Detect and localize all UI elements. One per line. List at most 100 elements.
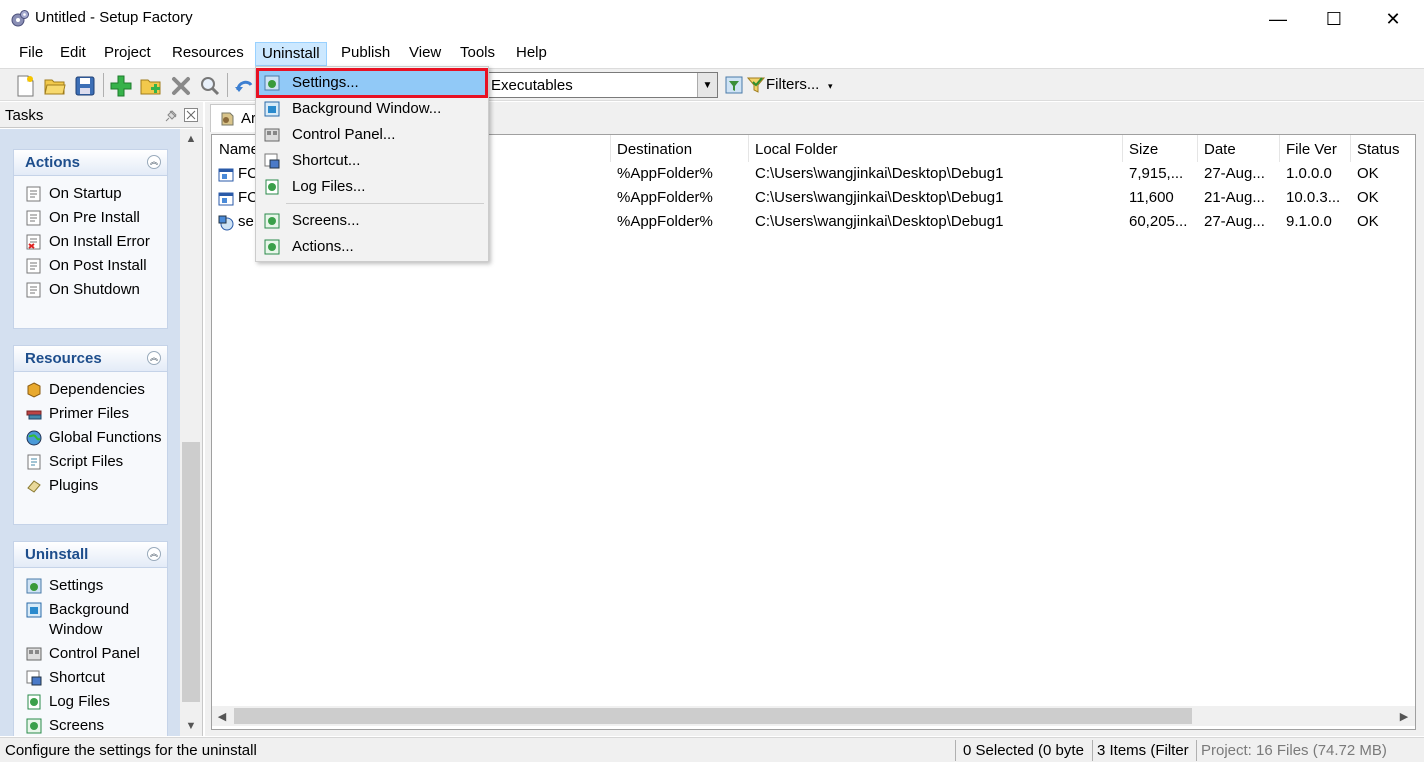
- task-plugins[interactable]: Plugins: [14, 476, 167, 496]
- tasks-scrollbar[interactable]: ▲ ▼: [180, 129, 202, 736]
- new-file-icon: [17, 75, 34, 97]
- remove-button[interactable]: [169, 74, 193, 98]
- task-primer-files[interactable]: Primer Files: [14, 404, 167, 424]
- cell-status: OK: [1357, 189, 1379, 206]
- control-panel-icon: [26, 647, 42, 661]
- task-script-files[interactable]: Script Files: [14, 452, 167, 472]
- column-name[interactable]: Name: [219, 141, 259, 158]
- scroll-up-icon[interactable]: ▲: [180, 129, 202, 149]
- title-bar: Untitled - Setup Factory — ☐ ✕: [0, 0, 1424, 38]
- search-button[interactable]: [198, 74, 222, 98]
- menu-item-log-files[interactable]: Log Files...: [258, 174, 486, 200]
- group-resources-header[interactable]: Resources ︽: [14, 346, 167, 372]
- column-destination[interactable]: Destination: [617, 141, 692, 158]
- horizontal-scrollbar[interactable]: ◀ ▶: [212, 706, 1415, 726]
- add-files-button[interactable]: [109, 74, 133, 98]
- menu-help[interactable]: Help: [510, 42, 553, 66]
- menu-item-control-panel[interactable]: Control Panel...: [258, 122, 486, 148]
- dependencies-icon: [27, 382, 41, 398]
- task-screens[interactable]: Screens: [14, 716, 167, 736]
- column-local-folder[interactable]: Local Folder: [755, 141, 838, 158]
- menu-publish[interactable]: Publish: [335, 42, 396, 66]
- task-background-window[interactable]: Background Window: [14, 600, 167, 640]
- pin-icon[interactable]: [165, 108, 179, 122]
- add-icon: [110, 75, 132, 97]
- collapse-icon[interactable]: ︽: [147, 155, 161, 169]
- task-dependencies[interactable]: Dependencies: [14, 380, 167, 400]
- task-label: Control Panel: [49, 645, 140, 662]
- scroll-left-icon[interactable]: ◀: [212, 706, 232, 726]
- task-shortcut[interactable]: Shortcut: [14, 668, 167, 688]
- menu-item-label: Log Files...: [292, 178, 366, 195]
- tasks-title: Tasks: [5, 107, 44, 124]
- menu-item-label: Settings...: [292, 74, 359, 91]
- group-resources-title: Resources: [25, 350, 102, 367]
- filters-button[interactable]: Filters... ▾: [722, 72, 840, 98]
- menu-resources[interactable]: Resources: [166, 42, 250, 66]
- group-uninstall-header[interactable]: Uninstall ︽: [14, 542, 167, 568]
- menu-edit[interactable]: Edit: [54, 42, 92, 66]
- task-on-install-error[interactable]: On Install Error: [14, 232, 167, 252]
- menu-bar: File Edit Project Resources Uninstall Pu…: [0, 40, 1424, 67]
- task-on-startup[interactable]: On Startup: [14, 184, 167, 204]
- menu-item-settings[interactable]: Settings...: [256, 68, 488, 98]
- cell-local-folder: C:\Users\wangjinkai\Desktop\Debug1: [755, 189, 1004, 206]
- settings-icon: [26, 578, 42, 594]
- scroll-thumb[interactable]: [182, 442, 200, 702]
- new-project-button[interactable]: [13, 74, 37, 98]
- menu-item-actions[interactable]: Actions...: [258, 234, 486, 260]
- task-uninstall-settings[interactable]: Settings: [14, 576, 167, 596]
- scroll-down-icon[interactable]: ▼: [180, 716, 202, 736]
- add-folder-button[interactable]: [139, 74, 163, 98]
- task-label: On Pre Install: [49, 209, 140, 226]
- menu-item-background-window[interactable]: Background Window...: [258, 96, 486, 122]
- task-on-post-install[interactable]: On Post Install: [14, 256, 167, 276]
- menu-file[interactable]: File: [13, 42, 49, 66]
- task-control-panel[interactable]: Control Panel: [14, 644, 167, 664]
- menu-project[interactable]: Project: [98, 42, 157, 66]
- cell-size: 7,915,...: [1129, 165, 1184, 182]
- menu-item-screens[interactable]: Screens...: [258, 208, 486, 234]
- file-filter-dropdown[interactable]: Executables ▼: [484, 72, 718, 98]
- open-project-button[interactable]: [43, 74, 67, 98]
- maximize-button[interactable]: ☐: [1305, 0, 1363, 38]
- executable-icon: [218, 192, 234, 206]
- close-panel-icon[interactable]: [184, 108, 198, 122]
- menu-view[interactable]: View: [403, 42, 447, 66]
- task-on-shutdown[interactable]: On Shutdown: [14, 280, 167, 300]
- task-label: Plugins: [49, 477, 99, 494]
- tasks-scroll-area: Actions ︽ On Startup On Pre Install On I…: [0, 129, 180, 736]
- menu-uninstall[interactable]: Uninstall: [255, 42, 327, 66]
- save-button[interactable]: [73, 74, 97, 98]
- tasks-panel: Tasks Actions ︽ On Startup On Pre Instal…: [0, 102, 203, 736]
- column-file-ver[interactable]: File Ver: [1286, 141, 1337, 158]
- task-log-files[interactable]: Log Files: [14, 692, 167, 712]
- minimize-button[interactable]: —: [1249, 0, 1307, 38]
- undo-button[interactable]: [232, 74, 256, 98]
- collapse-icon[interactable]: ︽: [147, 351, 161, 365]
- group-actions-header[interactable]: Actions ︽: [14, 150, 167, 176]
- task-global-functions[interactable]: Global Functions: [14, 428, 167, 448]
- primer-files-icon: [26, 410, 42, 420]
- cell-date: 27-Aug...: [1204, 165, 1265, 182]
- filters-label: Filters...: [766, 76, 820, 93]
- column-size[interactable]: Size: [1129, 141, 1158, 158]
- screens-icon: [26, 718, 42, 734]
- close-button[interactable]: ✕: [1364, 0, 1422, 38]
- scroll-thumb[interactable]: [234, 708, 1192, 724]
- menu-tools[interactable]: Tools: [454, 42, 501, 66]
- collapse-icon[interactable]: ︽: [147, 547, 161, 561]
- window-title: Untitled - Setup Factory: [35, 9, 193, 26]
- chevron-down-icon[interactable]: ▼: [697, 73, 717, 97]
- column-status[interactable]: Status: [1357, 141, 1400, 158]
- group-actions-title: Actions: [25, 154, 81, 171]
- status-selected: 0 Selected (0 byte: [963, 742, 1084, 759]
- status-bar: Configure the settings for the uninstall…: [0, 737, 1424, 762]
- status-project: Project: 16 Files (74.72 MB): [1201, 742, 1387, 759]
- menu-item-shortcut[interactable]: Shortcut...: [258, 148, 486, 174]
- column-date[interactable]: Date: [1204, 141, 1236, 158]
- scroll-right-icon[interactable]: ▶: [1394, 706, 1414, 726]
- menu-item-label: Background Window...: [292, 100, 442, 117]
- plugin-icon: [27, 480, 41, 493]
- task-on-pre-install[interactable]: On Pre Install: [14, 208, 167, 228]
